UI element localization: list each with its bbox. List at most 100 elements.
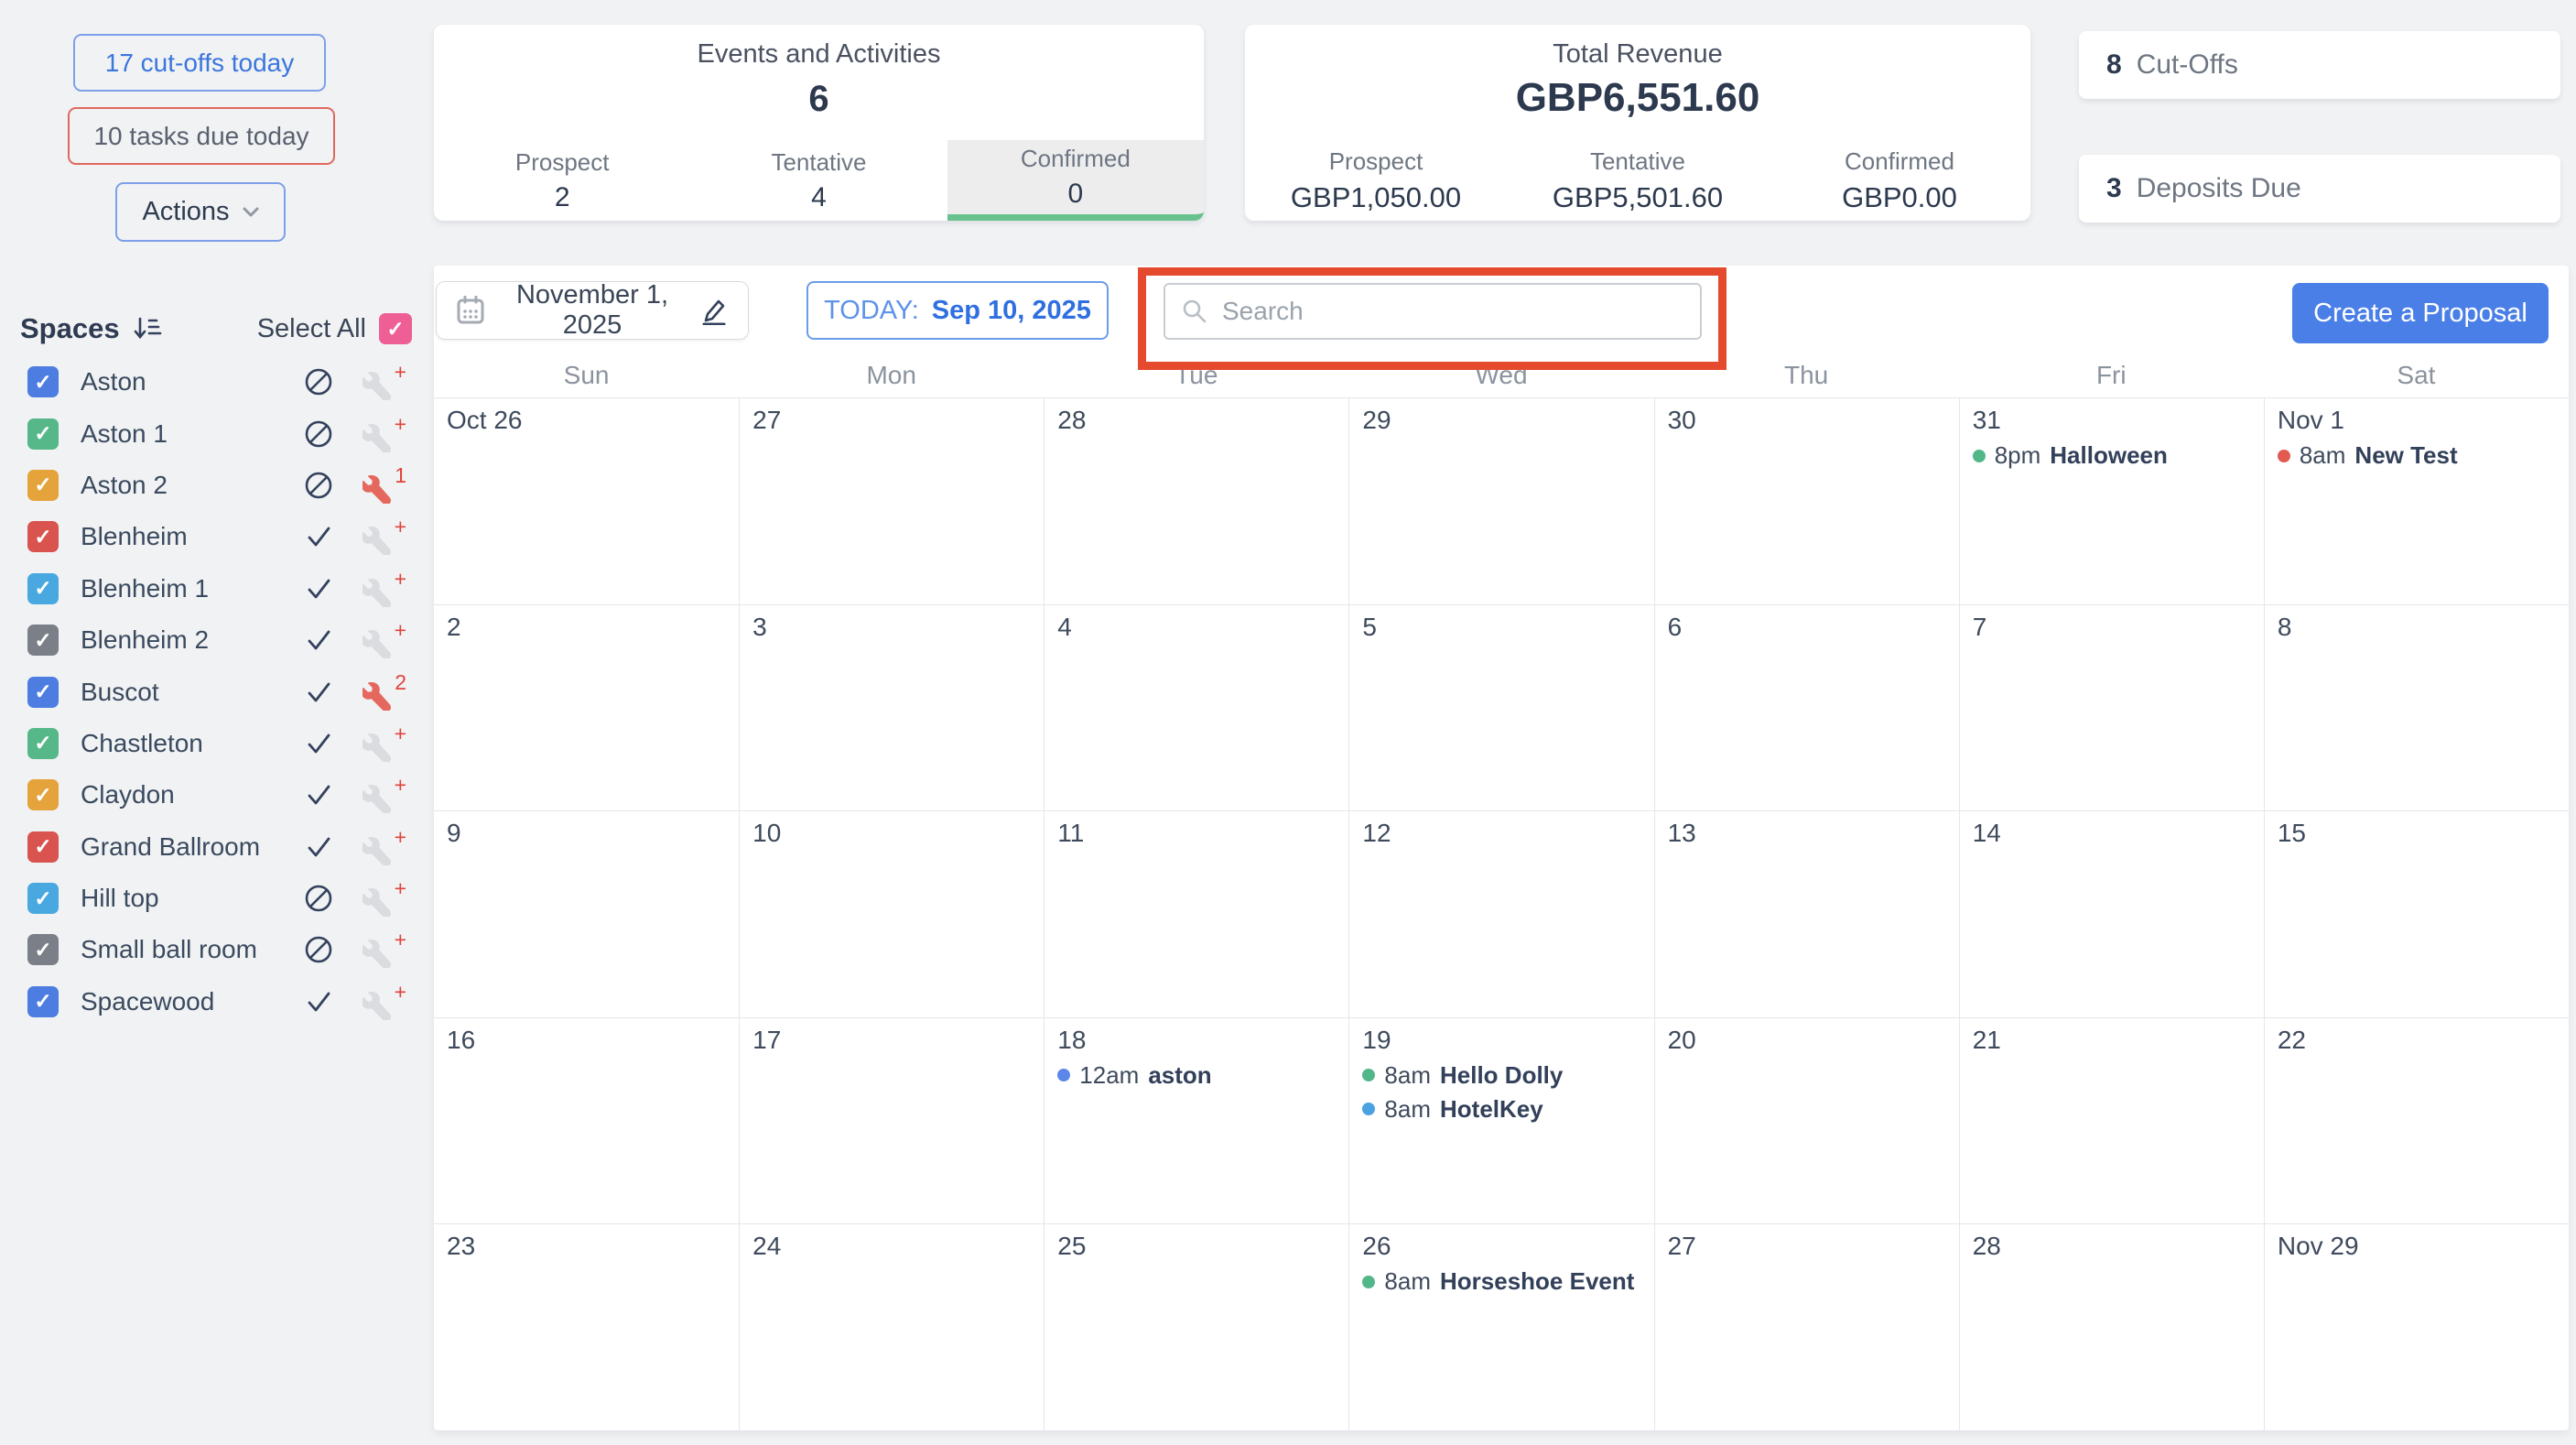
wrench-tasks-icon[interactable]: + (363, 622, 406, 658)
deposits-due-card[interactable]: 3 Deposits Due (2079, 155, 2560, 223)
space-list-item[interactable]: ✓ Blenheim 2 + (9, 614, 417, 666)
space-status-toggle[interactable] (304, 832, 333, 862)
calendar-day-cell[interactable]: Nov 1 8am New Test (2264, 397, 2569, 604)
space-checkbox[interactable]: ✓ (27, 831, 59, 863)
calendar-day-cell[interactable]: Oct 26 (434, 397, 739, 604)
calendar-event[interactable]: 8am Horseshoe Event (1362, 1265, 1646, 1298)
calendar-day-cell[interactable]: 11 (1044, 810, 1348, 1017)
calendar-day-cell[interactable]: 27 (1654, 1223, 1959, 1430)
tab-prospect[interactable]: Prospect 2 (434, 140, 690, 221)
calendar-event[interactable]: 12am aston (1057, 1059, 1341, 1092)
space-list-item[interactable]: ✓ Claydon + (9, 769, 417, 820)
calendar-day-cell[interactable]: 13 (1654, 810, 1959, 1017)
calendar-day-cell[interactable]: 28 (1959, 1223, 2264, 1430)
edit-pencil-icon[interactable] (700, 296, 728, 325)
space-checkbox[interactable]: ✓ (27, 934, 59, 965)
space-list-item[interactable]: ✓ Blenheim 1 + (9, 563, 417, 614)
wrench-tasks-icon[interactable]: 1 (363, 467, 406, 504)
calendar-day-cell[interactable]: 16 (434, 1017, 739, 1224)
space-checkbox[interactable]: ✓ (27, 986, 59, 1017)
calendar-day-cell[interactable]: 3 (739, 604, 1044, 811)
calendar-day-cell[interactable]: 27 (739, 397, 1044, 604)
calendar-day-cell[interactable]: 18 12am aston (1044, 1017, 1348, 1224)
space-checkbox[interactable]: ✓ (27, 573, 59, 604)
wrench-tasks-icon[interactable]: + (363, 364, 406, 400)
space-list-item[interactable]: ✓ Spacewood + (9, 976, 417, 1027)
wrench-tasks-icon[interactable]: + (363, 931, 406, 968)
calendar-day-cell[interactable]: 20 (1654, 1017, 1959, 1224)
calendar-day-cell[interactable]: 26 8am Horseshoe Event (1348, 1223, 1653, 1430)
space-status-toggle[interactable] (304, 625, 333, 655)
calendar-day-cell[interactable]: 19 8am Hello Dolly 8am HotelKey (1348, 1017, 1653, 1224)
space-checkbox[interactable]: ✓ (27, 521, 59, 552)
calendar-day-cell[interactable]: 28 (1044, 397, 1348, 604)
space-status-toggle[interactable] (304, 678, 333, 707)
create-proposal-button[interactable]: Create a Proposal (2292, 283, 2549, 343)
search-box[interactable] (1164, 283, 1702, 340)
space-status-toggle[interactable] (304, 729, 333, 758)
tasks-due-today-button[interactable]: 10 tasks due today (68, 107, 335, 165)
space-list-item[interactable]: ✓ Aston + (9, 356, 417, 407)
wrench-tasks-icon[interactable]: + (363, 983, 406, 1020)
cutoffs-summary-card[interactable]: 8 Cut-Offs (2079, 31, 2560, 99)
space-checkbox[interactable]: ✓ (27, 418, 59, 450)
wrench-tasks-icon[interactable]: + (363, 829, 406, 865)
space-list-item[interactable]: ✓ Chastleton + (9, 718, 417, 769)
search-input[interactable] (1222, 297, 1683, 326)
calendar-day-cell[interactable]: 25 (1044, 1223, 1348, 1430)
calendar-day-cell[interactable]: 31 8pm Halloween (1959, 397, 2264, 604)
calendar-day-cell[interactable]: 24 (739, 1223, 1044, 1430)
space-list-item[interactable]: ✓ Aston 1 + (9, 407, 417, 459)
tab-confirmed[interactable]: Confirmed 0 (947, 140, 1204, 221)
calendar-day-cell[interactable]: Nov 29 (2264, 1223, 2569, 1430)
space-status-toggle[interactable] (304, 367, 333, 397)
space-status-toggle[interactable] (304, 574, 333, 603)
calendar-day-cell[interactable]: 17 (739, 1017, 1044, 1224)
calendar-day-cell[interactable]: 14 (1959, 810, 2264, 1017)
space-checkbox[interactable]: ✓ (27, 625, 59, 656)
calendar-day-cell[interactable]: 29 (1348, 397, 1653, 604)
calendar-day-cell[interactable]: 8 (2264, 604, 2569, 811)
space-checkbox[interactable]: ✓ (27, 779, 59, 810)
calendar-day-cell[interactable]: 2 (434, 604, 739, 811)
calendar-event[interactable]: 8am Hello Dolly (1362, 1059, 1646, 1092)
space-checkbox[interactable]: ✓ (27, 728, 59, 759)
wrench-tasks-icon[interactable]: + (363, 880, 406, 917)
sort-icon[interactable] (133, 316, 162, 342)
wrench-tasks-icon[interactable]: + (363, 416, 406, 452)
space-list-item[interactable]: ✓ Small ball room + (9, 924, 417, 975)
space-status-toggle[interactable] (304, 419, 333, 449)
space-checkbox[interactable]: ✓ (27, 366, 59, 397)
space-status-toggle[interactable] (304, 471, 333, 500)
tab-tentative[interactable]: Tentative 4 (690, 140, 947, 221)
calendar-event[interactable]: 8am HotelKey (1362, 1092, 1646, 1126)
calendar-event[interactable]: 8pm Halloween (1973, 439, 2257, 473)
wrench-tasks-icon[interactable]: + (363, 725, 406, 762)
space-checkbox[interactable]: ✓ (27, 470, 59, 501)
actions-dropdown-button[interactable]: Actions (115, 182, 286, 242)
calendar-day-cell[interactable]: 4 (1044, 604, 1348, 811)
space-list-item[interactable]: ✓ Blenheim + (9, 511, 417, 562)
calendar-day-cell[interactable]: 22 (2264, 1017, 2569, 1224)
cutoffs-today-button[interactable]: 17 cut-offs today (73, 34, 326, 92)
select-all-checkbox[interactable]: ✓ (379, 313, 412, 344)
wrench-tasks-icon[interactable]: + (363, 518, 406, 555)
space-status-toggle[interactable] (304, 884, 333, 913)
space-checkbox[interactable]: ✓ (27, 883, 59, 914)
today-button[interactable]: TODAY: Sep 10, 2025 (806, 281, 1109, 340)
calendar-day-cell[interactable]: 9 (434, 810, 739, 1017)
space-list-item[interactable]: ✓ Buscot 2 (9, 666, 417, 717)
calendar-day-cell[interactable]: 15 (2264, 810, 2569, 1017)
month-date-picker-button[interactable]: November 1, 2025 (436, 281, 749, 340)
space-list-item[interactable]: ✓ Hill top + (9, 873, 417, 924)
calendar-day-cell[interactable]: 5 (1348, 604, 1653, 811)
wrench-tasks-icon[interactable]: + (363, 777, 406, 813)
calendar-event[interactable]: 8am New Test (2278, 439, 2561, 473)
calendar-day-cell[interactable]: 10 (739, 810, 1044, 1017)
space-status-toggle[interactable] (304, 935, 333, 964)
calendar-day-cell[interactable]: 23 (434, 1223, 739, 1430)
calendar-day-cell[interactable]: 6 (1654, 604, 1959, 811)
wrench-tasks-icon[interactable]: 2 (363, 674, 406, 711)
calendar-day-cell[interactable]: 7 (1959, 604, 2264, 811)
space-checkbox[interactable]: ✓ (27, 677, 59, 708)
